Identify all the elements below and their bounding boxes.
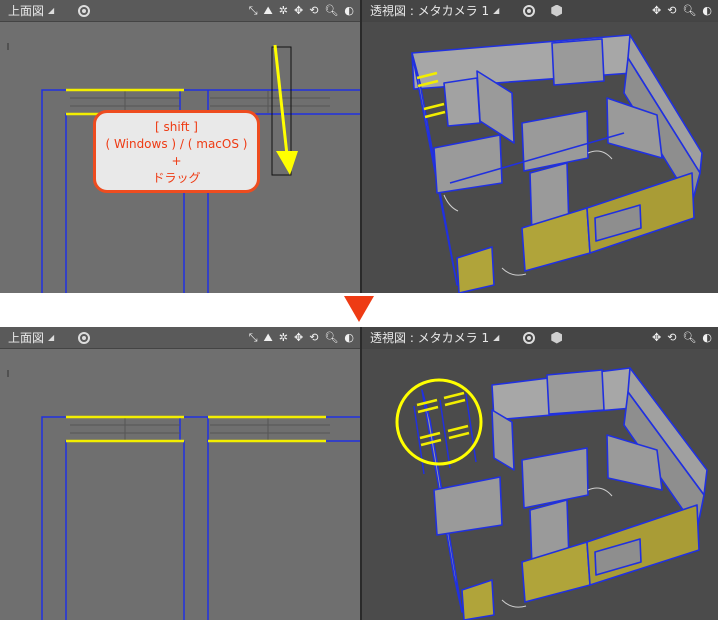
top-view-drawing — [7, 370, 360, 620]
top-view-pane[interactable]: 上面図 ◢ ⤡ ⛰ ✲ ✥ ⟲ 🔍︎ ◐ — [0, 327, 360, 620]
callout-plus: + — [171, 154, 182, 168]
callout-platforms: ( Windows ) / ( macOS ) — [105, 137, 248, 151]
zoom-icon[interactable]: 🔍︎ — [324, 331, 338, 345]
shift-drag-callout: [ shift ] ( Windows ) / ( macOS ) + ドラッグ — [93, 110, 260, 193]
camera-target-icon[interactable] — [523, 331, 536, 344]
view-title[interactable]: 透視図 : メタカメラ 1 — [370, 329, 489, 346]
top-view-canvas[interactable] — [0, 350, 360, 620]
callout-shortcut-key: [ shift ] — [155, 120, 198, 134]
level-icon[interactable]: ⛰ — [264, 331, 273, 345]
zoom-icon[interactable]: 🔍︎ — [682, 4, 696, 17]
zoom-icon[interactable]: 🔍︎ — [324, 4, 338, 18]
fit-view-icon[interactable]: ⤡ — [249, 331, 258, 345]
view-title[interactable]: 上面図 — [8, 329, 44, 346]
top-view-titlebar: 上面図 ◢ ⤡ ⛰ ✲ ✥ ⟲ 🔍︎ ◐ — [0, 327, 360, 349]
move-icon[interactable]: ✥ — [294, 331, 303, 345]
after-panel: 上面図 ◢ ⤡ ⛰ ✲ ✥ ⟲ 🔍︎ ◐ 透視図: メタカメラ 1 ◢ ✥ ⟲… — [0, 327, 718, 620]
rotate-icon[interactable]: ⟲ — [309, 331, 318, 345]
rotate-icon[interactable]: ⟲ — [667, 331, 676, 344]
callout-drag-label: ドラッグ — [152, 171, 201, 185]
move-icon[interactable]: ✥ — [652, 331, 661, 344]
fit-view-icon[interactable]: ⤡ — [249, 4, 258, 18]
selection-highlight-circle — [395, 378, 483, 466]
shading-icon[interactable]: ◐ — [344, 4, 354, 18]
view-title[interactable]: 透視図 : メタカメラ 1 — [370, 2, 489, 19]
gear-icon[interactable]: ✲ — [279, 331, 288, 345]
persp-view-pane[interactable]: 透視図 : メタカメラ 1 ◢ ✥ ⟲ 🔍︎ ◐ — [362, 327, 718, 620]
before-panel: 上面図 ◢ ⤡ ⛰ ✲ ✥ ⟲ 🔍︎ ◐ 透視図: メタカメラ 1 ◢ ✥ ⟲… — [0, 0, 718, 293]
persp-view-titlebar: 透視図 : メタカメラ 1 ◢ ✥ ⟲ 🔍︎ ◐ — [362, 327, 718, 349]
camera-target-icon[interactable] — [78, 4, 91, 17]
view-menu-caret-icon[interactable]: ◢ — [48, 6, 54, 15]
move-icon[interactable]: ✥ — [652, 4, 661, 17]
room-3d-model — [411, 34, 703, 293]
room-3d-model — [395, 367, 708, 620]
view-menu-caret-icon[interactable]: ◢ — [493, 6, 499, 15]
level-icon[interactable]: ⛰ — [264, 4, 273, 18]
shading-icon[interactable]: ◐ — [702, 4, 712, 17]
shading-icon[interactable]: ◐ — [702, 331, 712, 344]
persp-view-titlebar: 透視図 : メタカメラ 1 ◢ ✥ ⟲ 🔍︎ ◐ — [362, 0, 718, 22]
view-title[interactable]: 上面図 — [8, 2, 44, 19]
shading-icon[interactable]: ◐ — [344, 331, 354, 345]
camera-target-icon[interactable] — [78, 331, 91, 344]
rotate-icon[interactable]: ⟲ — [309, 4, 318, 18]
persp-view-pane[interactable]: 透視図 : メタカメラ 1 ◢ ✥ ⟲ 🔍︎ ◐ — [362, 0, 718, 293]
gear-icon[interactable]: ✲ — [279, 4, 288, 18]
top-view-titlebar: 上面図 ◢ ⤡ ⛰ ✲ ✥ ⟲ 🔍︎ ◐ — [0, 0, 360, 22]
persp-view-canvas[interactable] — [362, 350, 718, 620]
persp-view-canvas[interactable] — [362, 23, 718, 293]
view-menu-caret-icon[interactable]: ◢ — [48, 333, 54, 342]
cube-icon[interactable] — [551, 4, 563, 17]
cube-icon[interactable] — [551, 331, 563, 344]
step-arrow-icon — [344, 296, 374, 322]
zoom-icon[interactable]: 🔍︎ — [682, 331, 696, 344]
move-icon[interactable]: ✥ — [294, 4, 303, 18]
rotate-icon[interactable]: ⟲ — [667, 4, 676, 17]
view-menu-caret-icon[interactable]: ◢ — [493, 333, 499, 342]
camera-target-icon[interactable] — [523, 4, 536, 17]
